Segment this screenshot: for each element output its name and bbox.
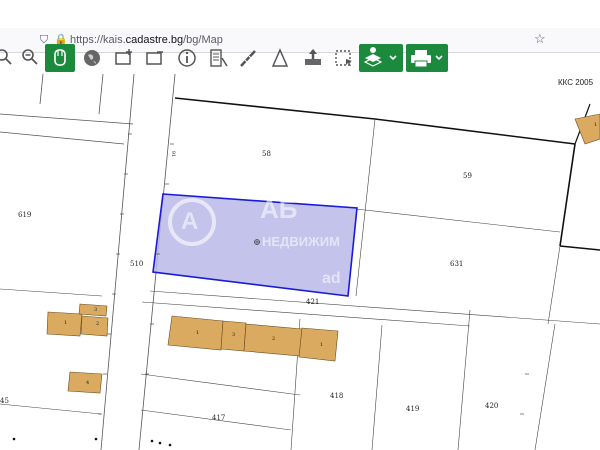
parcel-label[interactable]: 91 <box>169 151 177 157</box>
cadastral-map[interactable]: A АБ НЕДВИЖИМ ad ККС 2005 58 59 619 510 … <box>0 74 600 450</box>
upload-icon[interactable] <box>301 46 325 70</box>
parcel-label[interactable]: 421 <box>306 298 319 306</box>
parcel-label[interactable]: 45 <box>0 397 9 405</box>
print-button[interactable] <box>406 44 448 72</box>
building-label: 3 <box>94 307 98 313</box>
building-label: 3 <box>232 332 236 338</box>
building[interactable] <box>78 303 108 317</box>
parcel-label[interactable]: 59 <box>463 172 472 180</box>
parcel-label[interactable]: 418 <box>330 392 343 400</box>
watermark-text-sub: НЕДВИЖИМ <box>262 234 340 249</box>
zoom-out-icon[interactable] <box>18 46 42 70</box>
building[interactable] <box>298 327 339 362</box>
pan-hand-icon[interactable] <box>45 44 75 72</box>
measure-area-icon[interactable] <box>268 46 292 70</box>
kks-label: ККС 2005 <box>558 78 594 87</box>
add-shape-icon[interactable] <box>112 46 136 70</box>
parcel-label[interactable]: 417 <box>212 414 225 422</box>
globe-icon[interactable] <box>80 46 104 70</box>
building-label: 1 <box>594 122 598 128</box>
info-icon[interactable] <box>175 46 199 70</box>
building-label: 4 <box>86 380 90 386</box>
parcel-label[interactable]: 631 <box>450 260 463 268</box>
building-label: 1 <box>320 342 324 348</box>
magnify-icon[interactable] <box>0 46 18 70</box>
building-label: 1 <box>196 330 200 336</box>
watermark-text-sub2: ad <box>322 270 341 287</box>
watermark-text-main: АБ <box>260 194 298 224</box>
attributes-icon[interactable] <box>206 46 230 70</box>
building-label: 2 <box>272 336 276 342</box>
parcel-label[interactable]: 619 <box>18 211 31 219</box>
layers-button[interactable] <box>359 44 403 72</box>
building-label: 2 <box>96 321 100 327</box>
parcel-label[interactable]: 58 <box>262 150 271 158</box>
parcel-label[interactable]: 419 <box>406 405 419 413</box>
measure-distance-icon[interactable] <box>236 46 260 70</box>
parcel-label[interactable]: 510 <box>130 260 143 268</box>
building[interactable] <box>574 113 600 145</box>
watermark-logo: A <box>181 208 199 235</box>
building[interactable] <box>80 315 109 337</box>
building-label: 1 <box>64 320 68 326</box>
select-area-icon[interactable] <box>332 46 356 70</box>
map-canvas[interactable] <box>0 74 600 450</box>
remove-shape-icon[interactable] <box>143 46 167 70</box>
map-toolbar <box>0 44 600 74</box>
building[interactable] <box>67 371 103 394</box>
parcel-label[interactable]: 420 <box>485 402 498 410</box>
